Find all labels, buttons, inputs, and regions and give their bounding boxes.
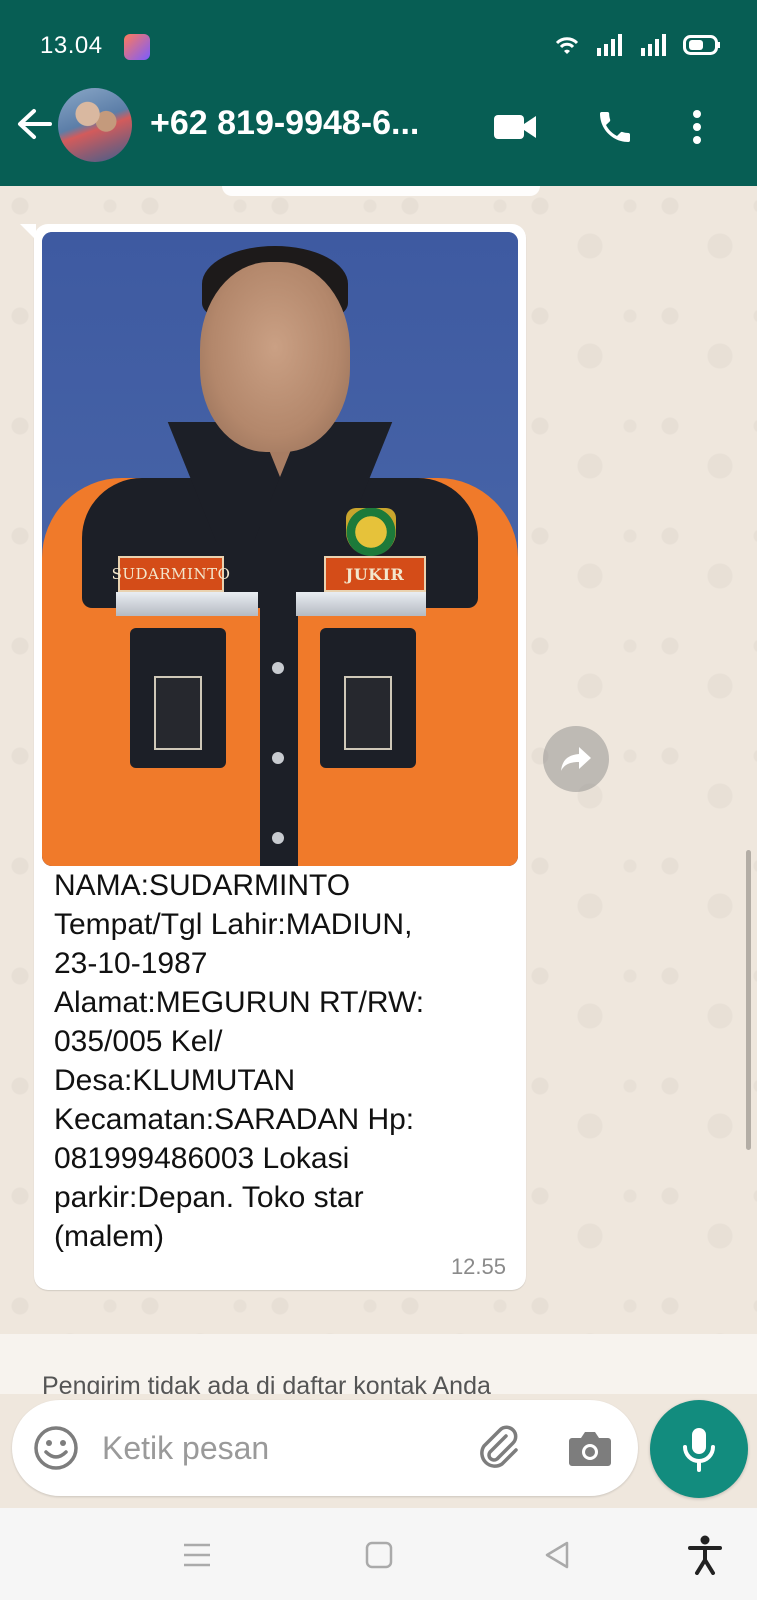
message-bubble[interactable]: SUDARMINTO JUKIR NAMA:SUDARMINTO Tempat/… — [20, 224, 526, 1290]
battery-icon — [683, 35, 720, 55]
message-photo[interactable]: SUDARMINTO JUKIR — [42, 232, 518, 866]
microphone-icon — [683, 1428, 715, 1472]
accessibility-icon[interactable] — [680, 1530, 730, 1580]
system-nav-bar — [0, 1508, 757, 1600]
home-nav-icon[interactable] — [354, 1530, 404, 1580]
contact-name[interactable]: +62 819-9948-6... — [150, 104, 470, 143]
previous-message-bubble — [222, 186, 540, 196]
emoji-icon[interactable] — [32, 1424, 80, 1472]
message-input[interactable] — [102, 1420, 452, 1476]
status-bar: 13.04 — [0, 0, 757, 68]
forward-icon — [561, 747, 591, 771]
menu-nav-icon[interactable] — [172, 1530, 222, 1580]
wifi-icon — [555, 37, 579, 54]
back-nav-icon[interactable] — [532, 1530, 582, 1580]
emblem-badge — [346, 508, 396, 556]
forward-button[interactable] — [543, 726, 609, 792]
chat-header: +62 819-9948-6... — [0, 68, 757, 186]
signal-icon — [597, 34, 622, 56]
app-notification-icon — [124, 34, 150, 60]
message-time: 12.55 — [450, 1254, 506, 1279]
attach-icon[interactable] — [472, 1422, 524, 1474]
scrollbar[interactable] — [746, 850, 751, 1150]
signal-2-icon — [641, 34, 666, 56]
person-face — [200, 262, 350, 452]
voice-message-button[interactable] — [650, 1400, 748, 1498]
uniform-role-tag: JUKIR — [324, 556, 426, 592]
message-caption: NAMA:SUDARMINTO Tempat/Tgl Lahir:MADIUN,… — [54, 869, 425, 1253]
message-composer — [12, 1400, 638, 1496]
more-options-icon[interactable] — [672, 104, 722, 150]
status-time: 13.04 — [40, 32, 103, 59]
notice-text: Pengirim tidak ada di daftar kontak Anda — [42, 1372, 491, 1394]
video-call-icon[interactable] — [490, 104, 540, 150]
chat-area[interactable]: SUDARMINTO JUKIR NAMA:SUDARMINTO Tempat/… — [0, 186, 757, 1338]
camera-icon[interactable] — [564, 1422, 616, 1474]
back-arrow-icon[interactable] — [14, 104, 54, 144]
status-icons — [553, 34, 721, 56]
uniform-name-tag: SUDARMINTO — [112, 556, 230, 592]
unknown-sender-notice: Pengirim tidak ada di daftar kontak Anda — [0, 1334, 757, 1394]
voice-call-icon[interactable] — [590, 104, 640, 150]
contact-avatar[interactable] — [58, 88, 132, 162]
